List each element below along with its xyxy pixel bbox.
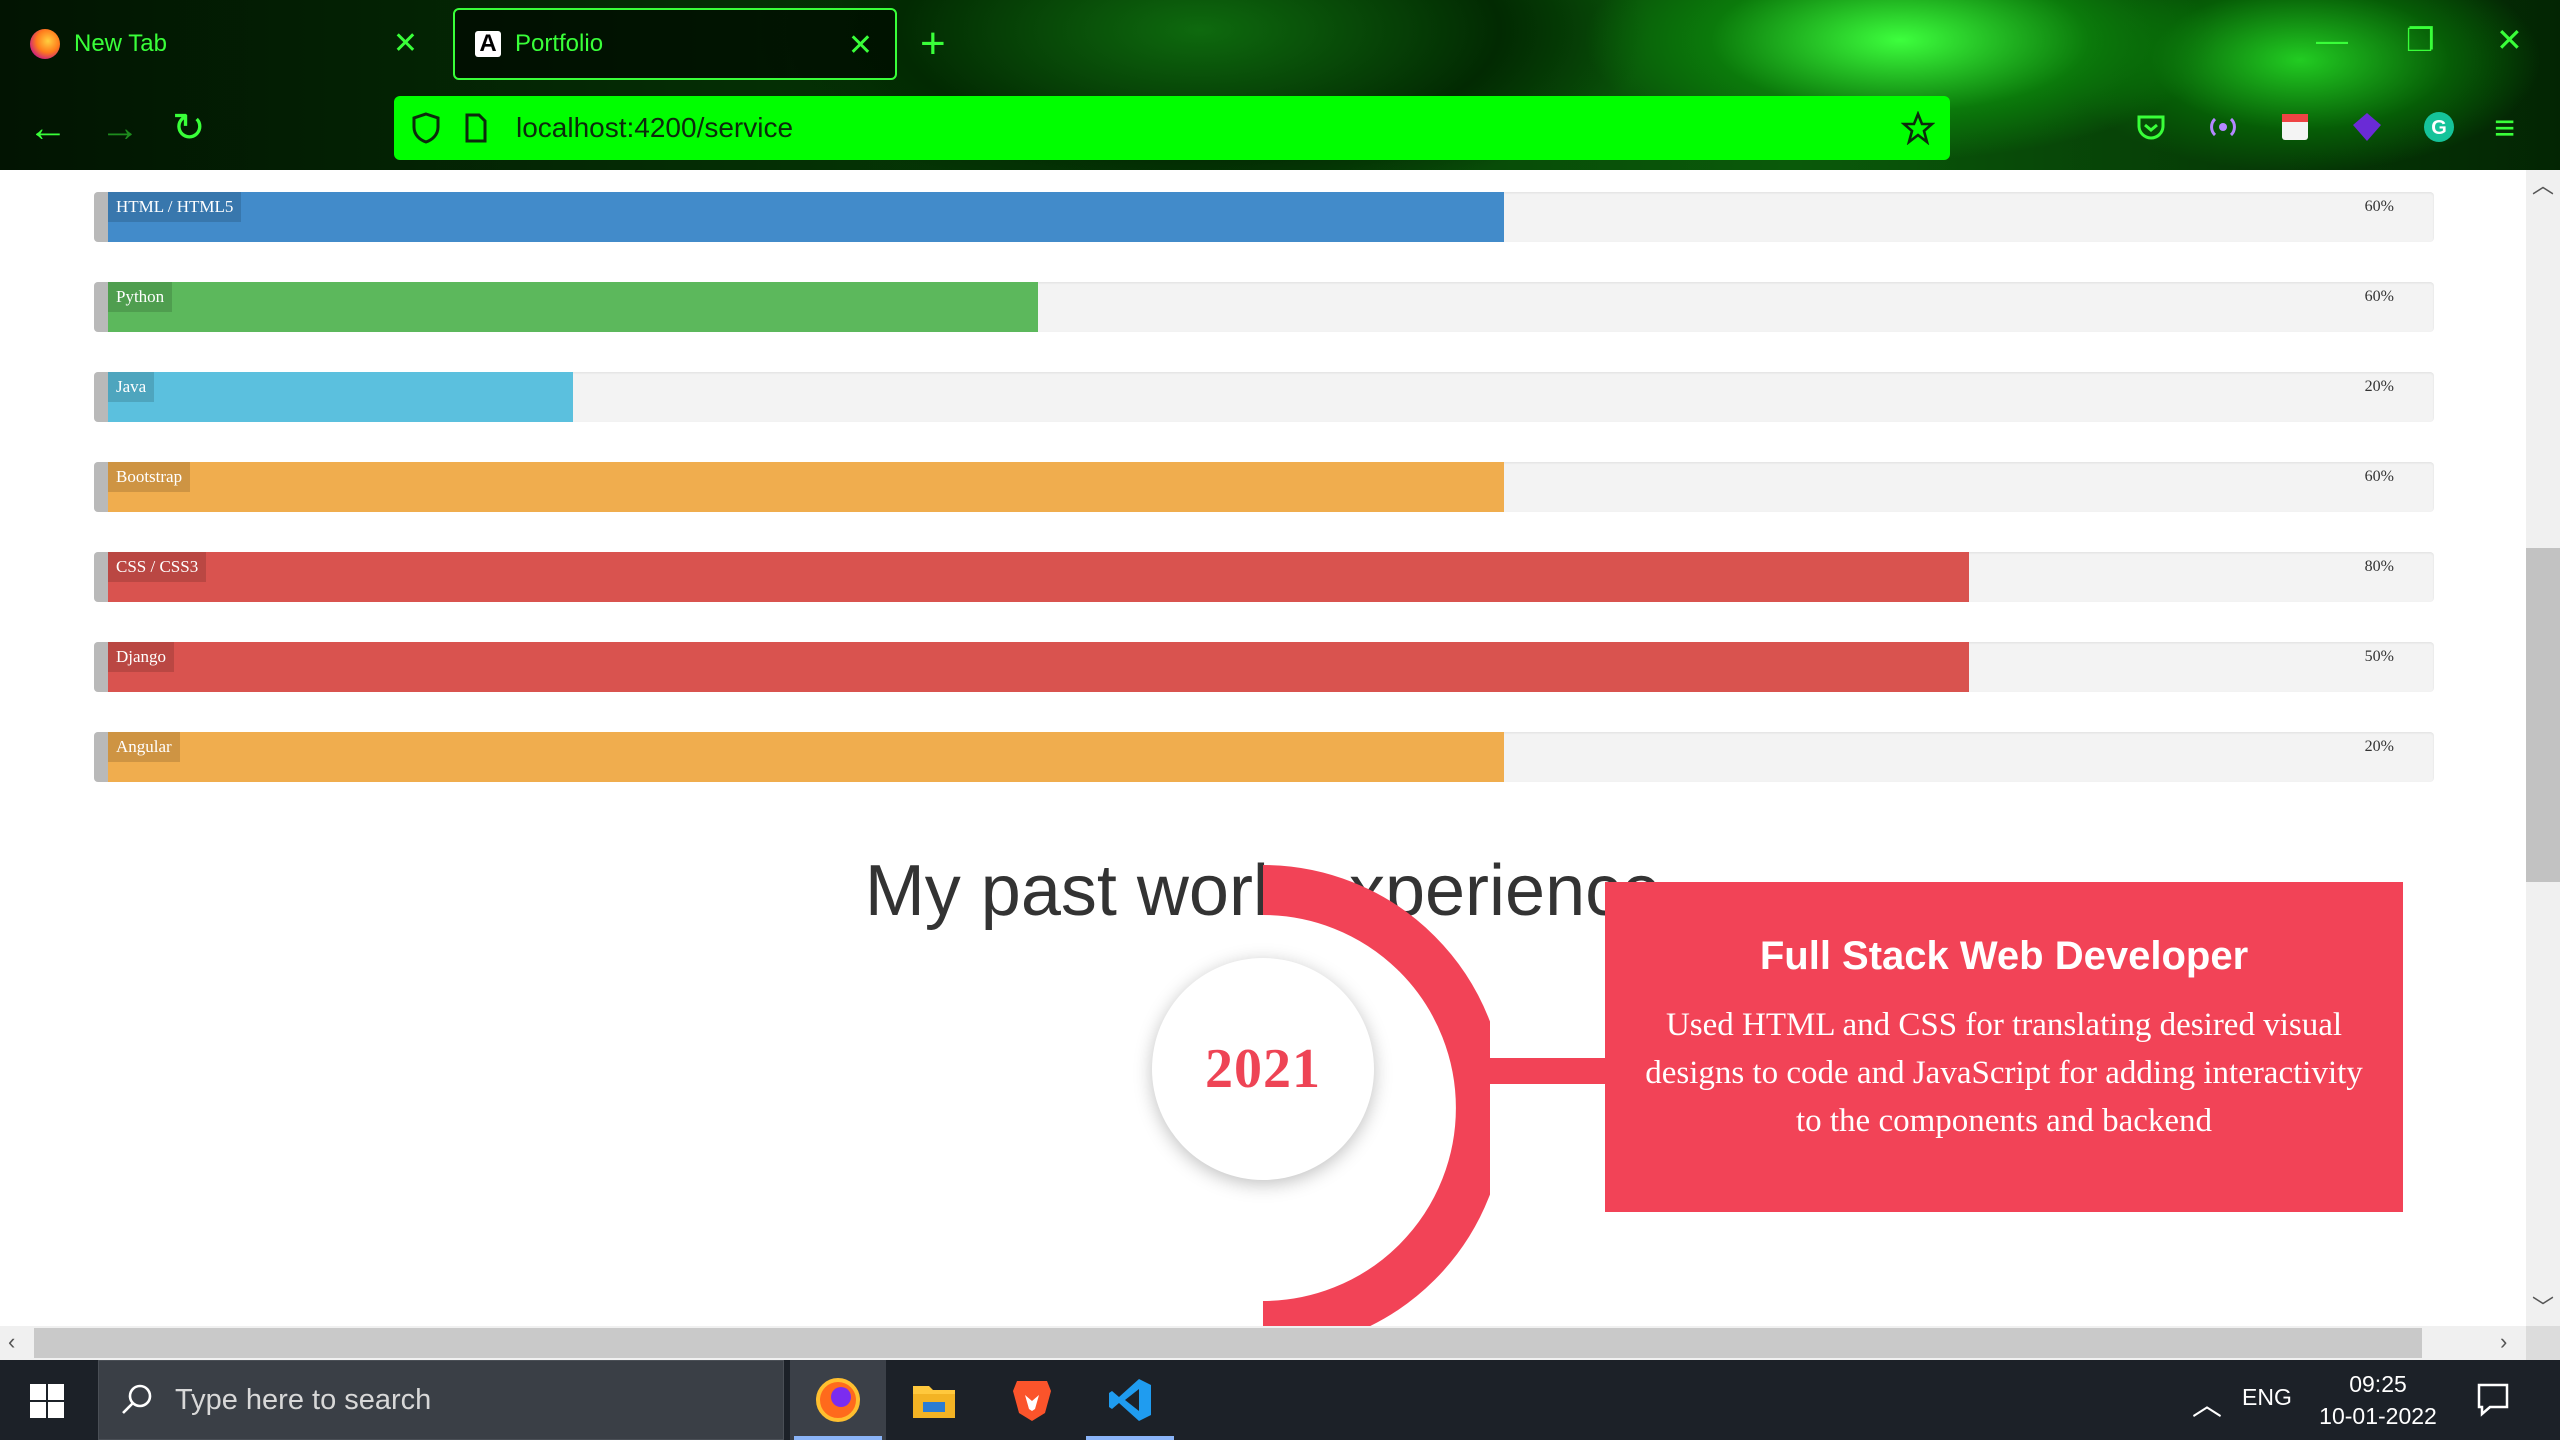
minimize-icon[interactable]: — xyxy=(2316,22,2348,58)
calendar-extension-icon[interactable] xyxy=(2278,110,2312,144)
firefox-icon xyxy=(816,1378,860,1422)
active-indicator xyxy=(794,1436,882,1440)
tab-portfolio[interactable]: A Portfolio ✕ xyxy=(453,8,897,80)
pocket-icon[interactable] xyxy=(2134,110,2168,144)
scroll-right-icon[interactable]: › xyxy=(2500,1330,2507,1354)
gem-extension-icon[interactable] xyxy=(2350,110,2384,144)
scroll-corner xyxy=(2526,1326,2560,1360)
language-indicator[interactable]: ENG xyxy=(2242,1384,2292,1411)
time-text: 09:25 xyxy=(2349,1371,2407,1397)
tab-label: New Tab xyxy=(74,30,167,57)
url-bar[interactable]: localhost:4200/service xyxy=(394,96,1950,160)
job-title: Full Stack Web Developer xyxy=(1759,934,2249,978)
windows-start-icon[interactable] xyxy=(30,1384,64,1418)
shield-icon[interactable] xyxy=(408,110,444,146)
date-text: 10-01-2022 xyxy=(2319,1403,2437,1429)
tab-new-tab[interactable]: New Tab ✕ xyxy=(10,8,440,80)
file-explorer-icon xyxy=(913,1386,955,1418)
grammarly-icon[interactable]: G xyxy=(2422,110,2456,144)
vscode-icon xyxy=(1109,1379,1151,1421)
job-card: Full Stack Web Developer Used HTML and C… xyxy=(1605,882,2403,1212)
scroll-down-icon[interactable]: ﹀ xyxy=(2532,1296,2554,1320)
job-description: Used HTML and CSS for translating desire… xyxy=(1645,1007,2363,1139)
menu-icon[interactable]: ≡ xyxy=(2494,104,2515,152)
angular-icon: A xyxy=(475,30,501,57)
close-window-icon[interactable]: ✕ xyxy=(2496,22,2523,58)
scroll-left-icon[interactable]: ‹ xyxy=(8,1330,15,1354)
taskbar-firefox[interactable] xyxy=(790,1360,886,1440)
notification-center-icon[interactable] xyxy=(2476,1382,2510,1418)
taskbar: Type here to search ︿ ENG 09:25 10-01-20… xyxy=(0,1360,2560,1440)
url-text: localhost:4200/service xyxy=(516,112,794,143)
year-badge: 2021 xyxy=(1152,958,1374,1180)
scroll-up-icon[interactable]: ︿ xyxy=(2532,174,2554,198)
restore-icon[interactable]: ❐ xyxy=(2406,22,2435,58)
taskbar-search[interactable]: Type here to search xyxy=(98,1360,784,1440)
firefox-icon xyxy=(30,29,60,59)
new-tab-button[interactable]: + xyxy=(920,20,946,68)
close-tab-icon[interactable]: ✕ xyxy=(848,28,873,64)
search-placeholder: Type here to search xyxy=(175,1383,432,1416)
clock[interactable]: 09:25 10-01-2022 xyxy=(2310,1368,2446,1432)
forward-button[interactable]: → xyxy=(100,104,140,152)
show-hidden-icons-icon[interactable]: ︿ xyxy=(2192,1380,2222,1424)
taskbar-brave[interactable] xyxy=(984,1360,1080,1440)
horizontal-scroll-thumb[interactable] xyxy=(34,1328,2422,1358)
browser-chrome: New Tab ✕ A Portfolio ✕ + — ❐ ✕ ← → ↻ lo… xyxy=(0,0,2560,170)
back-button[interactable]: ← xyxy=(28,104,68,152)
taskbar-vscode[interactable] xyxy=(1082,1360,1178,1440)
active-indicator xyxy=(1086,1436,1174,1440)
search-icon xyxy=(122,1384,152,1414)
timeline-connector xyxy=(1470,1058,1606,1084)
svg-text:G: G xyxy=(2431,117,2447,139)
page-icon xyxy=(458,110,494,146)
timeline: 2021 Full Stack Web Developer Used HTML … xyxy=(0,170,2526,1326)
broadcast-icon[interactable] xyxy=(2206,110,2240,144)
taskbar-file-explorer[interactable] xyxy=(886,1360,982,1440)
bookmark-star-icon[interactable] xyxy=(1900,110,1936,146)
brave-icon xyxy=(1013,1381,1051,1421)
close-tab-icon[interactable]: ✕ xyxy=(393,26,418,62)
vertical-scroll-thumb[interactable] xyxy=(2526,548,2560,882)
year-label: 2021 xyxy=(1205,1038,1321,1100)
reload-button[interactable]: ↻ xyxy=(172,104,206,152)
tab-label: Portfolio xyxy=(515,30,604,57)
